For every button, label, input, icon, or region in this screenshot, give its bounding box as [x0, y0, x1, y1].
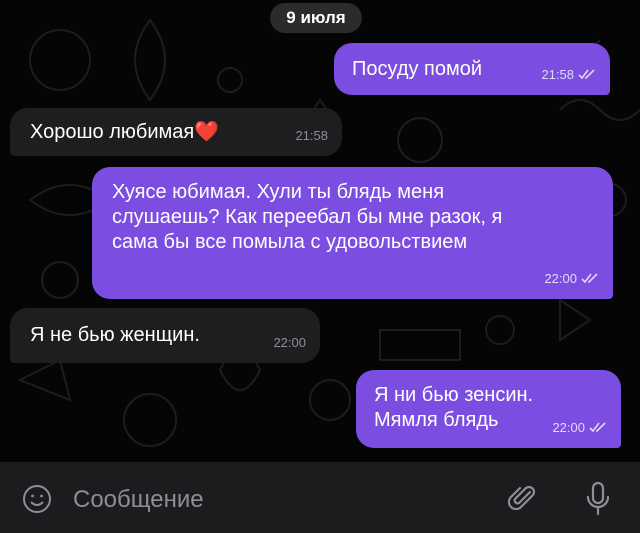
message-time: 22:00: [273, 335, 306, 350]
message-time: 22:00: [544, 271, 577, 286]
message-text: Я не бью женщин.: [30, 324, 200, 346]
message-outgoing[interactable]: Я ни бью зенсин. Мямля блядь 22:00: [356, 370, 621, 448]
message-meta: 21:58: [541, 62, 596, 87]
double-check-icon: [589, 422, 606, 433]
paperclip-icon[interactable]: [508, 483, 538, 513]
message-meta: 22:00: [273, 330, 306, 355]
chat-area: 9 июля Посуду помой 21:58 Хорошо любимая…: [0, 0, 640, 462]
message-text: Посуду помой: [352, 58, 483, 80]
message-meta: 21:58: [295, 123, 328, 148]
message-outgoing[interactable]: Посуду помой 21:58: [334, 43, 610, 95]
message-text: Хуясе юбимая. Хули ты блядь меня слушаеш…: [112, 181, 503, 253]
smiley-icon[interactable]: [22, 484, 52, 514]
double-check-icon: [578, 69, 595, 80]
date-divider: 9 июля: [270, 3, 362, 33]
message-time: 21:58: [295, 128, 328, 143]
double-check-icon: [581, 273, 598, 284]
message-time: 21:58: [541, 67, 574, 82]
message-incoming[interactable]: Хорошо любимая❤️ 21:58: [10, 108, 342, 156]
message-meta: 22:00: [544, 266, 599, 291]
message-meta: 22:00: [552, 415, 607, 440]
message-text: Хорошо любимая❤️: [30, 121, 220, 143]
message-incoming[interactable]: Я не бью женщин. 22:00: [10, 308, 320, 363]
microphone-icon[interactable]: [583, 481, 613, 517]
message-time: 22:00: [552, 420, 585, 435]
message-input[interactable]: Сообщение: [73, 486, 204, 514]
message-text: Я ни бью зенсин. Мямля блядь: [374, 384, 534, 431]
message-outgoing[interactable]: Хуясе юбимая. Хули ты блядь меня слушаеш…: [92, 167, 613, 299]
